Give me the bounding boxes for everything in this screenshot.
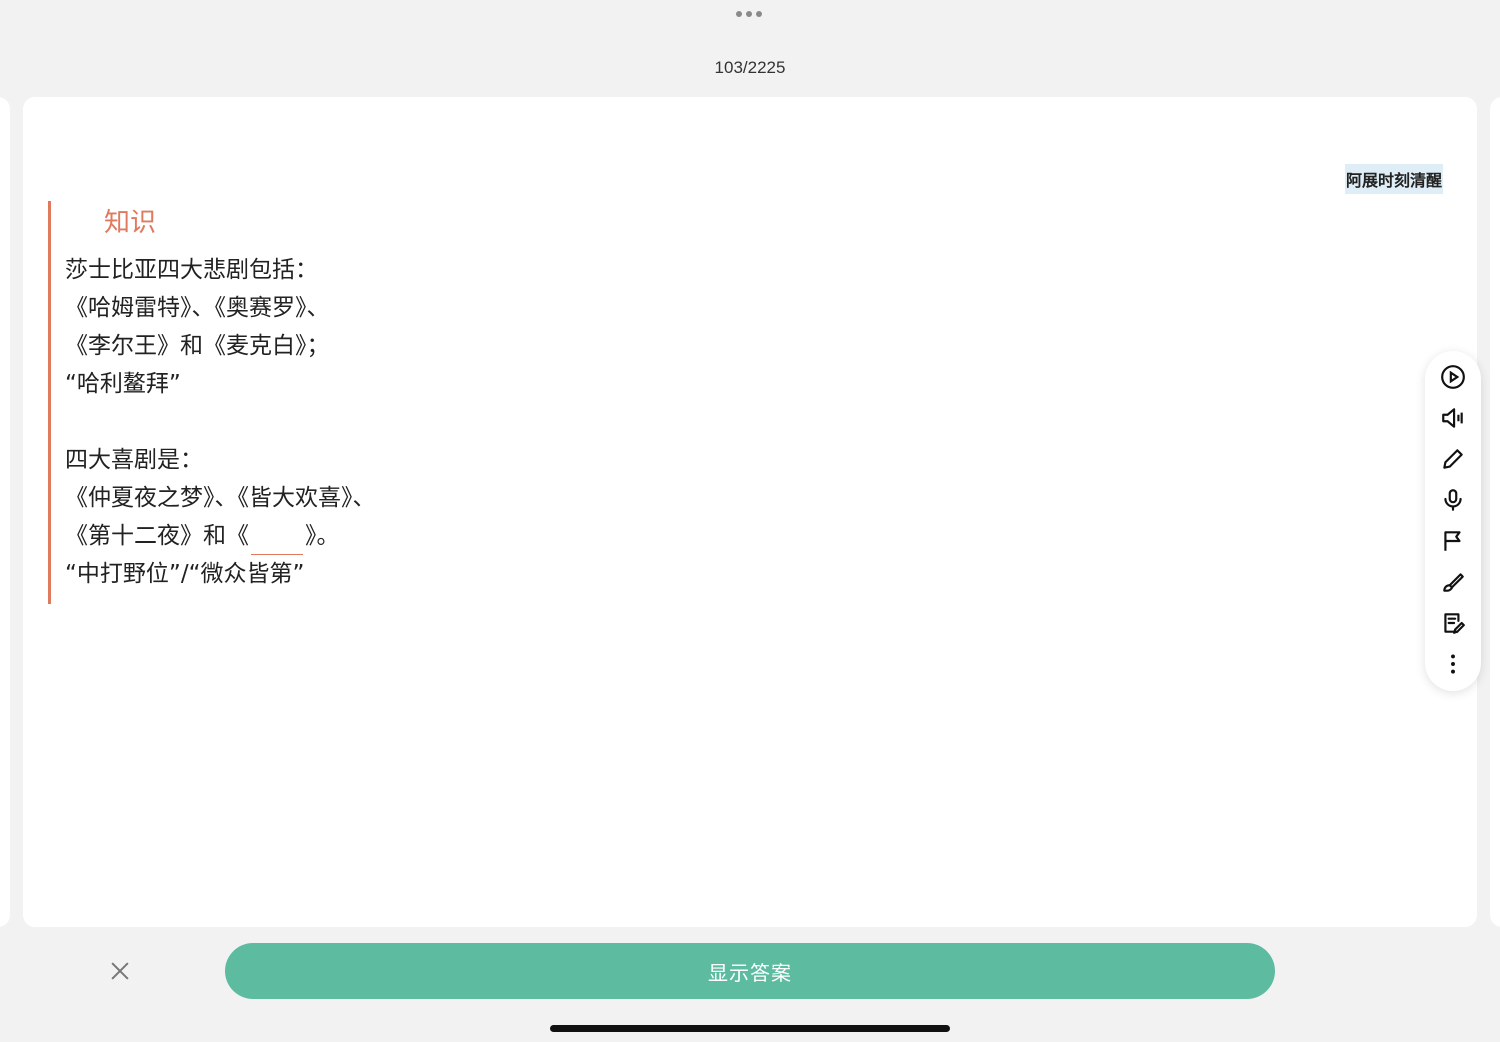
cloze-suffix: 》。 xyxy=(305,523,340,549)
note-edit-icon[interactable] xyxy=(1439,609,1467,637)
home-indicator[interactable] xyxy=(550,1025,950,1032)
flag-icon[interactable] xyxy=(1439,527,1467,555)
pencil-icon[interactable] xyxy=(1439,445,1467,473)
microphone-icon[interactable] xyxy=(1439,486,1467,514)
section-title: 知识 xyxy=(104,208,157,238)
text-line: 《仲夏夜之梦》、《皆大欢喜》、 xyxy=(65,485,376,511)
text-line xyxy=(65,403,665,441)
next-card-peek xyxy=(1490,97,1500,927)
text-line: “哈利鳌拜” xyxy=(65,371,181,397)
show-answer-button[interactable]: 显示答案 xyxy=(225,943,1275,999)
play-icon[interactable] xyxy=(1439,363,1467,391)
cloze-blank[interactable] xyxy=(251,524,303,555)
previous-card-peek xyxy=(0,97,10,927)
speaker-icon[interactable] xyxy=(1439,404,1467,432)
text-line: 四大喜剧是： xyxy=(65,447,203,473)
text-line: “中打野位”/“微众皆第” xyxy=(65,561,305,587)
text-line: 《李尔王》和《麦克白》； xyxy=(65,333,330,359)
flashcard: 阿展时刻清醒 知识 莎士比亚四大悲剧包括： 《哈姆雷特》、《奥赛罗》、 《李尔王… xyxy=(23,97,1477,927)
progress-counter: 103/2225 xyxy=(714,58,786,77)
top-handle-dots[interactable] xyxy=(736,11,762,17)
side-toolbar xyxy=(1425,351,1481,691)
knowledge-block: 知识 莎士比亚四大悲剧包括： 《哈姆雷特》、《奥赛罗》、 《李尔王》和《麦克白》… xyxy=(48,201,665,604)
text-line: 莎士比亚四大悲剧包括： xyxy=(65,257,318,283)
cloze-prefix: 《第十二夜》和《 xyxy=(65,523,249,549)
deck-tag[interactable]: 阿展时刻清醒 xyxy=(1345,164,1444,194)
more-vertical-icon[interactable] xyxy=(1439,650,1467,678)
close-icon[interactable] xyxy=(106,957,134,985)
brush-icon[interactable] xyxy=(1439,568,1467,596)
cloze-line: 《第十二夜》和《 》。 xyxy=(65,517,665,555)
text-line: 《哈姆雷特》、《奥赛罗》、 xyxy=(65,295,330,321)
